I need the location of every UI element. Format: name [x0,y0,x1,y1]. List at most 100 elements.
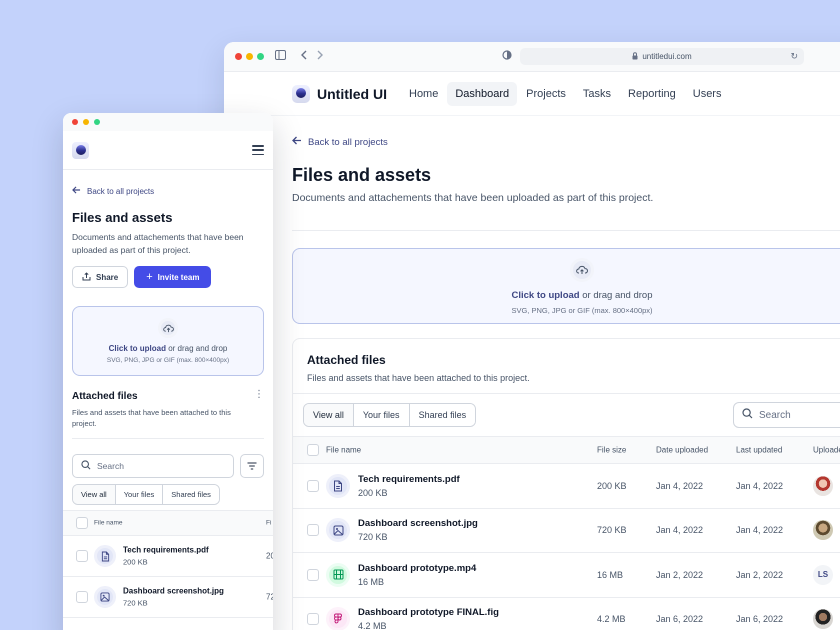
maximize-window-dot[interactable] [94,119,100,125]
back-link-label: Back to all projects [308,136,388,148]
table-row[interactable]: Dashboard screenshot.jpg 720 KB 720 KB J… [293,509,840,553]
tab-view-all[interactable]: View all [304,404,354,426]
row-checkbox[interactable] [307,524,319,537]
back-arrow-icon[interactable] [300,49,308,63]
invite-team-button[interactable]: + Invite team [134,266,212,288]
nav-item-reporting[interactable]: Reporting [620,82,684,106]
table-row[interactable]: Tech requirements.pdf 200 KB 20 [63,536,273,577]
col-date-uploaded[interactable]: Date uploaded [656,446,708,455]
close-window-dot[interactable] [235,53,242,60]
minimize-window-dot[interactable] [83,119,89,125]
upload-drag-text: or drag and drop [165,344,228,353]
nav-item-home[interactable]: Home [401,82,446,106]
row-checkbox[interactable] [307,613,319,626]
nav-item-tasks[interactable]: Tasks [575,82,619,106]
attached-files-subtitle: Files and assets that have been attached… [307,373,530,383]
date-uploaded: Jan 4, 2022 [656,480,704,491]
table-row[interactable]: Dashboard prototype.mp4 16 MB 16 MB Jan … [293,553,840,598]
col-uploaded-by[interactable]: Uploade [813,446,840,455]
close-window-dot[interactable] [72,119,78,125]
search-placeholder: Search [97,461,124,471]
mobile-search-row: Search [72,454,264,478]
col-last-updated[interactable]: Last updated [736,446,782,455]
search-input[interactable]: Search [733,402,840,428]
plus-icon: + [146,271,153,283]
file-name-cell: Dashboard screenshot.jpg 720 KB [123,587,224,608]
col-file-name[interactable]: File name [326,446,361,455]
col-file-name[interactable]: File name [94,520,123,527]
avatar-initials[interactable]: LS [813,564,833,585]
file-name[interactable]: Dashboard screenshot.jpg [358,518,478,529]
row-checkbox[interactable] [307,479,319,492]
brand-name[interactable]: Untitled UI [317,86,387,102]
col-file-size[interactable]: File size [597,446,626,455]
back-to-projects-link[interactable]: Back to all projects [292,136,840,148]
tab-shared-files[interactable]: Shared files [409,404,476,426]
back-link-label: Back to all projects [87,186,155,196]
table-row[interactable]: Dashboard prototype FINAL.fig 4.2 MB 4.2… [293,598,840,630]
filter-button[interactable] [240,454,264,478]
tab-view-all[interactable]: View all [73,485,116,504]
reload-icon[interactable]: ↻ [790,51,798,62]
nav-item-users[interactable]: Users [685,82,730,106]
file-name-cell: Dashboard prototype.mp4 16 MB [358,563,476,587]
last-updated: Jan 4, 2022 [736,525,784,536]
files-toolbar: View all Your files Shared files Search [293,394,840,436]
sidebar-toggle-icon[interactable] [275,49,286,63]
nav-item-dashboard[interactable]: Dashboard [447,81,518,106]
select-all-checkbox[interactable] [76,517,88,529]
image-icon [94,586,116,608]
row-checkbox[interactable] [76,550,88,562]
url-text: untitledui.com [642,52,692,61]
avatar[interactable] [813,475,833,496]
mobile-window: Back to all projects Files and assets Do… [63,113,273,630]
attached-files-header: Attached files ⋮ [72,390,264,403]
table-row[interactable]: Tech requirements.pdf 200 KB 200 KB Jan … [293,464,840,509]
col-truncated: Fi [266,519,272,527]
select-all-checkbox[interactable] [307,444,319,456]
file-name[interactable]: Dashboard screenshot.jpg [123,587,224,596]
file-name[interactable]: Dashboard prototype FINAL.fig [358,607,499,618]
share-label: Share [96,272,119,282]
minimize-window-dot[interactable] [246,53,253,60]
file-name[interactable]: Tech requirements.pdf [358,474,460,485]
maximize-window-dot[interactable] [257,53,264,60]
menu-icon[interactable] [252,145,264,155]
avatar[interactable] [813,520,833,541]
file-filter-tabs: View all Your files Shared files [303,403,477,427]
file-upload-dropzone[interactable]: Click to upload or drag and drop SVG, PN… [292,248,840,324]
click-to-upload-link[interactable]: Click to upload [109,344,166,353]
last-updated: Jan 2, 2022 [736,569,784,580]
tab-your-files[interactable]: Your files [115,485,164,504]
attached-files-title: Attached files [72,391,138,402]
figma-icon [326,607,350,630]
avatar[interactable] [813,609,833,630]
more-options-icon[interactable]: ⋮ [254,390,264,400]
file-upload-dropzone[interactable]: Click to upload or drag and drop SVG, PN… [72,306,264,376]
upload-cloud-icon [570,257,594,282]
address-bar[interactable]: untitledui.com ↻ [520,48,804,65]
header-divider [63,169,273,170]
attached-files-title: Attached files [307,353,386,367]
click-to-upload-link[interactable]: Click to upload [512,290,580,301]
forward-arrow-icon[interactable] [316,49,324,63]
last-updated: Jan 6, 2022 [736,614,784,625]
row-checkbox[interactable] [76,591,88,603]
search-input[interactable]: Search [72,454,234,478]
nav-item-projects[interactable]: Projects [518,82,574,106]
back-to-projects-link[interactable]: Back to all projects [72,186,264,196]
tab-shared-files[interactable]: Shared files [163,485,219,504]
file-size-sub: 720 KB [358,532,388,543]
truncated-cell: 20 [266,551,273,561]
table-header: File name File size Date uploaded Last u… [293,436,840,464]
share-button[interactable]: Share [72,266,129,288]
invite-label: Invite team [157,272,200,282]
arrow-left-icon [292,136,302,148]
row-checkbox[interactable] [307,568,319,581]
table-row[interactable]: Dashboard screenshot.jpg 720 KB 72 [63,577,273,618]
file-name[interactable]: Dashboard prototype.mp4 [358,563,476,574]
date-uploaded: Jan 6, 2022 [656,614,704,625]
tab-your-files[interactable]: Your files [353,404,410,426]
logo-icon[interactable] [72,141,89,159]
file-name[interactable]: Tech requirements.pdf [123,546,209,555]
